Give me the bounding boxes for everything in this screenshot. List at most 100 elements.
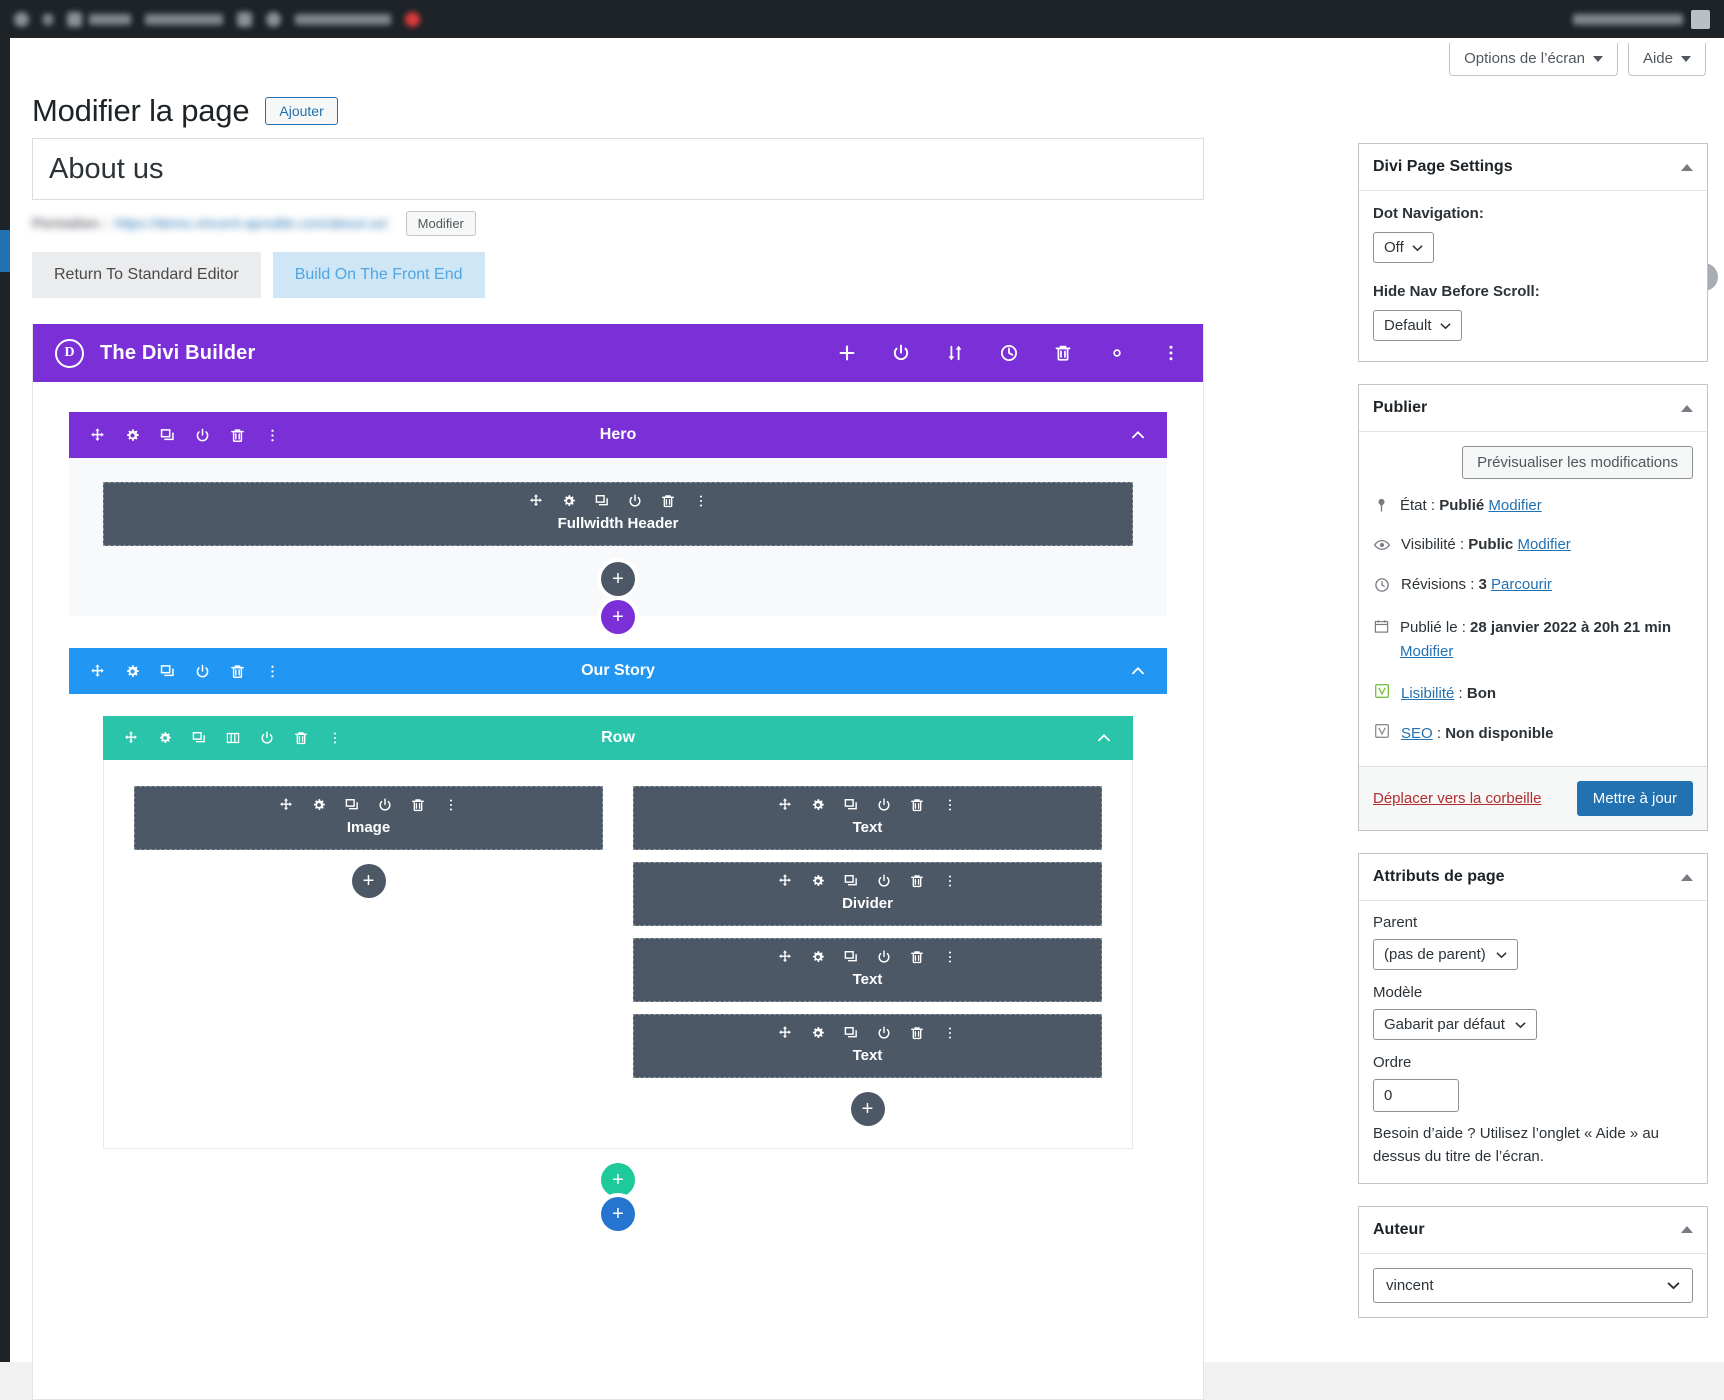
admin-menu-collapsed[interactable] (0, 38, 10, 1362)
settings-gear-icon[interactable] (124, 427, 141, 444)
trash-icon[interactable] (229, 663, 246, 680)
power-icon[interactable] (259, 730, 275, 746)
trash-icon[interactable] (909, 873, 925, 889)
settings-gear-icon[interactable] (810, 797, 826, 813)
trash-icon[interactable] (229, 427, 246, 444)
trash-icon[interactable] (909, 797, 925, 813)
add-section-icon[interactable] (837, 343, 857, 363)
move-icon[interactable] (89, 663, 106, 680)
power-icon[interactable] (194, 427, 211, 444)
post-title-wrap[interactable] (32, 138, 1204, 200)
wp-admin-bar[interactable] (0, 0, 1724, 38)
trash-icon[interactable] (909, 1025, 925, 1041)
power-icon[interactable] (876, 873, 892, 889)
visibility-edit-link[interactable]: Modifier (1517, 536, 1570, 553)
power-icon[interactable] (876, 1025, 892, 1041)
add-section-button[interactable]: + (601, 600, 635, 634)
move-to-trash-link[interactable]: Déplacer vers la corbeille (1373, 790, 1541, 807)
move-icon[interactable] (89, 427, 106, 444)
duplicate-icon[interactable] (594, 493, 610, 509)
move-icon[interactable] (123, 730, 139, 746)
trash-icon[interactable] (660, 493, 676, 509)
adminbar-site-item[interactable] (67, 11, 131, 27)
preview-changes-button[interactable]: Prévisualiser les modifications (1462, 446, 1693, 479)
chevron-up-icon[interactable] (1095, 729, 1113, 747)
move-icon[interactable] (777, 1025, 793, 1041)
settings-gear-icon[interactable] (810, 1025, 826, 1041)
power-icon[interactable] (891, 343, 911, 363)
chevron-up-icon[interactable] (1681, 404, 1693, 412)
kebab-menu-icon[interactable] (942, 797, 958, 813)
add-row-button[interactable]: + (601, 1163, 635, 1197)
divi-module-image[interactable]: Image (134, 786, 603, 850)
power-icon[interactable] (876, 949, 892, 965)
move-icon[interactable] (777, 873, 793, 889)
duplicate-icon[interactable] (159, 663, 176, 680)
add-section-button[interactable]: + (601, 1197, 635, 1231)
published-edit-link[interactable]: Modifier (1400, 643, 1453, 660)
settings-gear-icon[interactable] (810, 949, 826, 965)
power-icon[interactable] (627, 493, 643, 509)
divi-module-divider[interactable]: Divider (633, 862, 1102, 926)
divi-module-fullwidth-header[interactable]: Fullwidth Header (103, 482, 1133, 546)
adminbar-updates[interactable] (266, 11, 281, 27)
duplicate-icon[interactable] (843, 797, 859, 813)
hide-nav-select[interactable]: Default (1373, 310, 1462, 341)
chevron-up-icon[interactable] (1129, 662, 1147, 680)
chevron-up-icon[interactable] (1681, 873, 1693, 881)
settings-gear-icon[interactable] (810, 873, 826, 889)
dot-navigation-select[interactable]: Off (1373, 232, 1434, 263)
trash-icon[interactable] (909, 949, 925, 965)
kebab-menu-icon[interactable] (264, 663, 281, 680)
duplicate-icon[interactable] (344, 797, 360, 813)
move-icon[interactable] (777, 797, 793, 813)
divi-module-text-3[interactable]: Text (633, 1014, 1102, 1078)
template-select[interactable]: Gabarit par défaut (1373, 1009, 1537, 1040)
trash-icon[interactable] (1053, 343, 1073, 363)
kebab-menu-icon[interactable] (1161, 343, 1181, 363)
kebab-menu-icon[interactable] (693, 493, 709, 509)
adminbar-plugin-item[interactable] (237, 11, 252, 27)
kebab-menu-icon[interactable] (942, 873, 958, 889)
kebab-menu-icon[interactable] (942, 949, 958, 965)
status-edit-link[interactable]: Modifier (1488, 497, 1541, 514)
duplicate-icon[interactable] (159, 427, 176, 444)
divi-module-text-2[interactable]: Text (633, 938, 1102, 1002)
history-clock-icon[interactable] (999, 343, 1019, 363)
power-icon[interactable] (194, 663, 211, 680)
duplicate-icon[interactable] (843, 949, 859, 965)
kebab-menu-icon[interactable] (327, 730, 343, 746)
sort-icon[interactable] (945, 343, 965, 363)
post-title-input[interactable] (47, 151, 1189, 187)
move-icon[interactable] (777, 949, 793, 965)
return-to-standard-editor-button[interactable]: Return To Standard Editor (32, 252, 261, 298)
screen-options-button[interactable]: Options de l’écran (1449, 43, 1618, 76)
move-icon[interactable] (528, 493, 544, 509)
settings-gear-icon[interactable] (1107, 343, 1127, 363)
settings-gear-icon[interactable] (157, 730, 173, 746)
settings-gear-icon[interactable] (124, 663, 141, 680)
settings-gear-icon[interactable] (311, 797, 327, 813)
move-icon[interactable] (278, 797, 294, 813)
duplicate-icon[interactable] (843, 1025, 859, 1041)
power-icon[interactable] (377, 797, 393, 813)
adminbar-site-name[interactable] (43, 13, 53, 25)
trash-icon[interactable] (293, 730, 309, 746)
row-bar[interactable]: Row (103, 716, 1133, 760)
add-module-button[interactable]: + (601, 562, 635, 596)
kebab-menu-icon[interactable] (942, 1025, 958, 1041)
section-bar-hero[interactable]: Hero (69, 412, 1167, 458)
duplicate-icon[interactable] (843, 873, 859, 889)
kebab-menu-icon[interactable] (264, 427, 281, 444)
kebab-menu-icon[interactable] (443, 797, 459, 813)
divi-module-text-1[interactable]: Text (633, 786, 1102, 850)
order-input[interactable] (1373, 1079, 1459, 1112)
edit-permalink-button[interactable]: Modifier (405, 210, 476, 236)
permalink-url[interactable]: https://demo.vincent-aprodite.com/about-… (114, 215, 387, 231)
adminbar-comments[interactable] (145, 13, 223, 25)
seo-link[interactable]: SEO (1401, 725, 1433, 742)
trash-icon[interactable] (410, 797, 426, 813)
update-button[interactable]: Mettre à jour (1576, 781, 1693, 816)
section-bar-our-story[interactable]: Our Story (69, 648, 1167, 694)
settings-gear-icon[interactable] (561, 493, 577, 509)
